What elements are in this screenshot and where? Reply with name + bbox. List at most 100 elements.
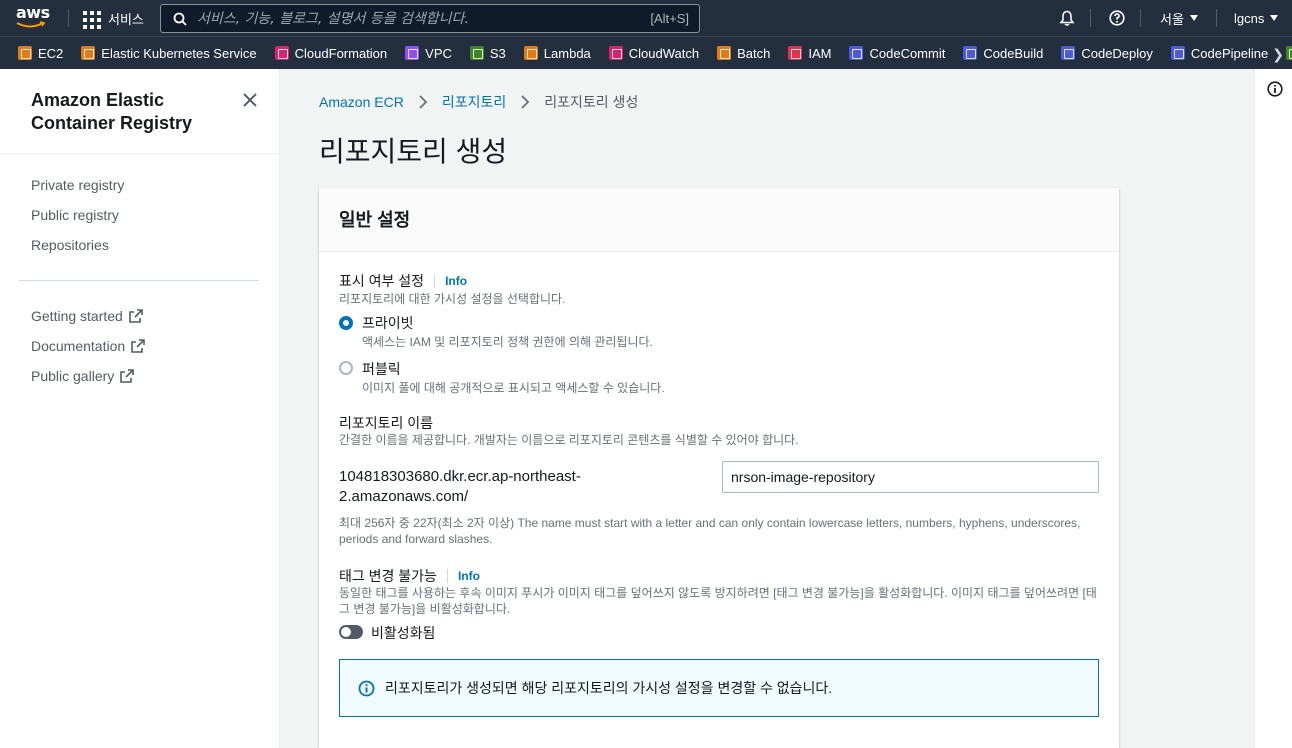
repository-name-description: 간결한 이름을 제공합니다. 개발자는 이름으로 리포지토리 콘텐츠를 식별할 …	[339, 433, 799, 447]
breadcrumb: Amazon ECR 리포지토리 리포지토리 생성	[319, 92, 638, 112]
nav-divider	[68, 9, 69, 27]
external-link-icon	[129, 309, 143, 323]
caret-down-icon	[1270, 15, 1279, 21]
sidebar: Amazon Elastic Container Registry Privat…	[0, 69, 280, 748]
account-label: lgcns	[1234, 10, 1265, 26]
top-navigation: aws 서비스 [Alt+S] 서울	[0, 0, 1292, 36]
favorite-label: Lambda	[543, 45, 591, 61]
favorite-ec2[interactable]: EC2	[18, 46, 63, 61]
public-radio-label[interactable]: 퍼블릭	[362, 359, 401, 379]
nav-divider	[1090, 9, 1091, 27]
breadcrumb-link-ecr[interactable]: Amazon ECR	[319, 94, 404, 110]
immutability-label: 태그 변경 불가능	[339, 568, 437, 584]
visibility-info-link[interactable]: Info	[434, 274, 467, 288]
favorite-label: S3	[489, 45, 506, 61]
external-link-icon	[131, 339, 145, 353]
sidebar-divider	[0, 153, 280, 154]
sidebar-item-repositories[interactable]: Repositories	[31, 237, 109, 253]
alert-text: 리포지토리가 생성되면 해당 리포지토리의 가시성 설정을 변경할 수 없습니다…	[385, 680, 833, 696]
search-bar[interactable]: [Alt+S]	[160, 4, 700, 33]
favorite-codedeploy[interactable]: CodeDeploy	[1061, 46, 1153, 61]
search-input[interactable]	[197, 10, 637, 27]
sidebar-title: Amazon Elastic Container Registry	[31, 90, 193, 133]
sidebar-item-getting-started[interactable]: Getting started	[31, 308, 143, 324]
favorite-label: Elastic Kubernetes Service	[101, 45, 257, 61]
private-radio-label[interactable]: 프라이빗	[362, 313, 414, 333]
favorite-codepipeline[interactable]: CodePipeline	[1170, 46, 1268, 61]
notifications-button[interactable]	[1059, 0, 1075, 36]
favorite-label: VPC	[425, 45, 452, 61]
public-radio-description: 이미지 풀에 대해 공개적으로 표시되고 액세스할 수 있습니다.	[362, 381, 665, 395]
service-icon	[469, 46, 484, 60]
favorite-lambda[interactable]: Lambda	[523, 45, 591, 61]
sidebar-item-public-gallery[interactable]: Public gallery	[31, 368, 135, 384]
nav-divider	[1140, 9, 1141, 27]
favorite-s3[interactable]: S3	[469, 45, 506, 61]
help-icon	[1109, 10, 1125, 26]
immutability-toggle-label: 비활성화됨	[371, 625, 436, 641]
service-icon	[963, 46, 978, 60]
favorite-label: CodeBuild	[983, 45, 1044, 61]
service-icon	[788, 46, 803, 60]
service-icon	[849, 46, 864, 60]
caret-down-icon	[1189, 15, 1198, 21]
info-icon[interactable]	[1267, 81, 1283, 97]
chevron-right-icon[interactable]: ❯	[1272, 46, 1284, 63]
repository-name-constraint: 최대 256자 중 22자(최소 2자 이상) The name must st…	[339, 516, 1081, 546]
sidebar-item-documentation[interactable]: Documentation	[31, 338, 145, 354]
search-shortcut: [Alt+S]	[650, 11, 689, 26]
general-settings-panel: 일반 설정 표시 여부 설정 Info 리포지토리에 대한 가시성 설정을 선택…	[319, 188, 1119, 748]
favorite-label: CodeDeploy	[1081, 45, 1153, 61]
region-label: 서울	[1160, 11, 1184, 27]
service-icon	[608, 46, 623, 60]
bell-icon	[1059, 10, 1075, 26]
public-radio[interactable]	[339, 361, 353, 375]
favorite-codebuild[interactable]: CodeBuild	[963, 46, 1043, 61]
panel-header: 일반 설정	[319, 188, 1119, 252]
favorite-codecommit[interactable]: CodeCommit	[849, 46, 945, 61]
sidebar-item-label: Documentation	[31, 338, 126, 354]
immutability-info-link[interactable]: Info	[446, 569, 480, 583]
repository-name-input[interactable]	[722, 461, 1099, 493]
repository-uri-prefix: 104818303680.dkr.ecr.ap-northeast-2.amaz…	[339, 468, 581, 505]
favorite-label: IAM	[808, 45, 832, 61]
aws-logo[interactable]: aws	[16, 5, 52, 31]
favorite-iam[interactable]: IAM	[788, 46, 831, 61]
service-icon	[274, 46, 289, 60]
aws-logo-text: aws	[16, 3, 50, 22]
immutability-description: 동일한 태그를 사용하는 후속 이미지 푸시가 이미지 태그를 덮어쓰지 않도록…	[339, 586, 1097, 616]
favorite-vpc[interactable]: VPC	[405, 46, 452, 61]
services-menu-button[interactable]: 서비스	[82, 9, 144, 29]
favorite-cloudwatch[interactable]: CloudWatch	[608, 45, 700, 61]
sidebar-item-label: Getting started	[31, 308, 123, 324]
favorite-batch[interactable]: Batch	[717, 46, 770, 61]
favorites-bar: EC2 Elastic Kubernetes Service CloudFormat…	[0, 36, 1292, 69]
favorite-cloudformation[interactable]: CloudFormation	[274, 45, 388, 61]
visibility-description: 리포지토리에 대한 가시성 설정을 선택합니다.	[339, 292, 566, 306]
favorite-label: EC2	[38, 45, 64, 61]
sidebar-divider	[19, 280, 259, 281]
immutability-toggle[interactable]	[339, 625, 363, 639]
service-icon	[18, 46, 32, 60]
page-title: 리포지토리 생성	[319, 136, 508, 167]
favorite-e[interactable]: E	[1286, 46, 1292, 61]
sidebar-item-public-registry[interactable]: Public registry	[31, 207, 119, 223]
close-icon[interactable]	[241, 91, 259, 109]
sidebar-item-private-registry[interactable]: Private registry	[31, 177, 124, 193]
info-icon	[358, 680, 375, 696]
service-icon	[405, 46, 420, 60]
private-radio-description: 액세스는 IAM 및 리포지토리 정책 권한에 의해 관리됩니다.	[362, 335, 653, 349]
region-selector[interactable]: 서울	[1160, 0, 1198, 36]
favorite-label: CloudFormation	[294, 45, 388, 61]
account-menu[interactable]: lgcns	[1234, 0, 1279, 36]
aws-smile-icon	[16, 21, 46, 28]
breadcrumb-link-repositories[interactable]: 리포지토리	[442, 92, 506, 112]
favorite-label: CodeCommit	[869, 45, 946, 61]
external-link-icon	[120, 369, 135, 383]
repository-name-label: 리포지토리 이름	[339, 415, 434, 431]
private-radio[interactable]	[339, 316, 353, 330]
favorite-elastic-kubernetes-service[interactable]: Elastic Kubernetes Service	[81, 45, 257, 61]
sidebar-item-label: Public gallery	[31, 368, 115, 384]
favorite-label: CloudWatch	[628, 45, 700, 61]
help-button[interactable]	[1109, 0, 1125, 36]
